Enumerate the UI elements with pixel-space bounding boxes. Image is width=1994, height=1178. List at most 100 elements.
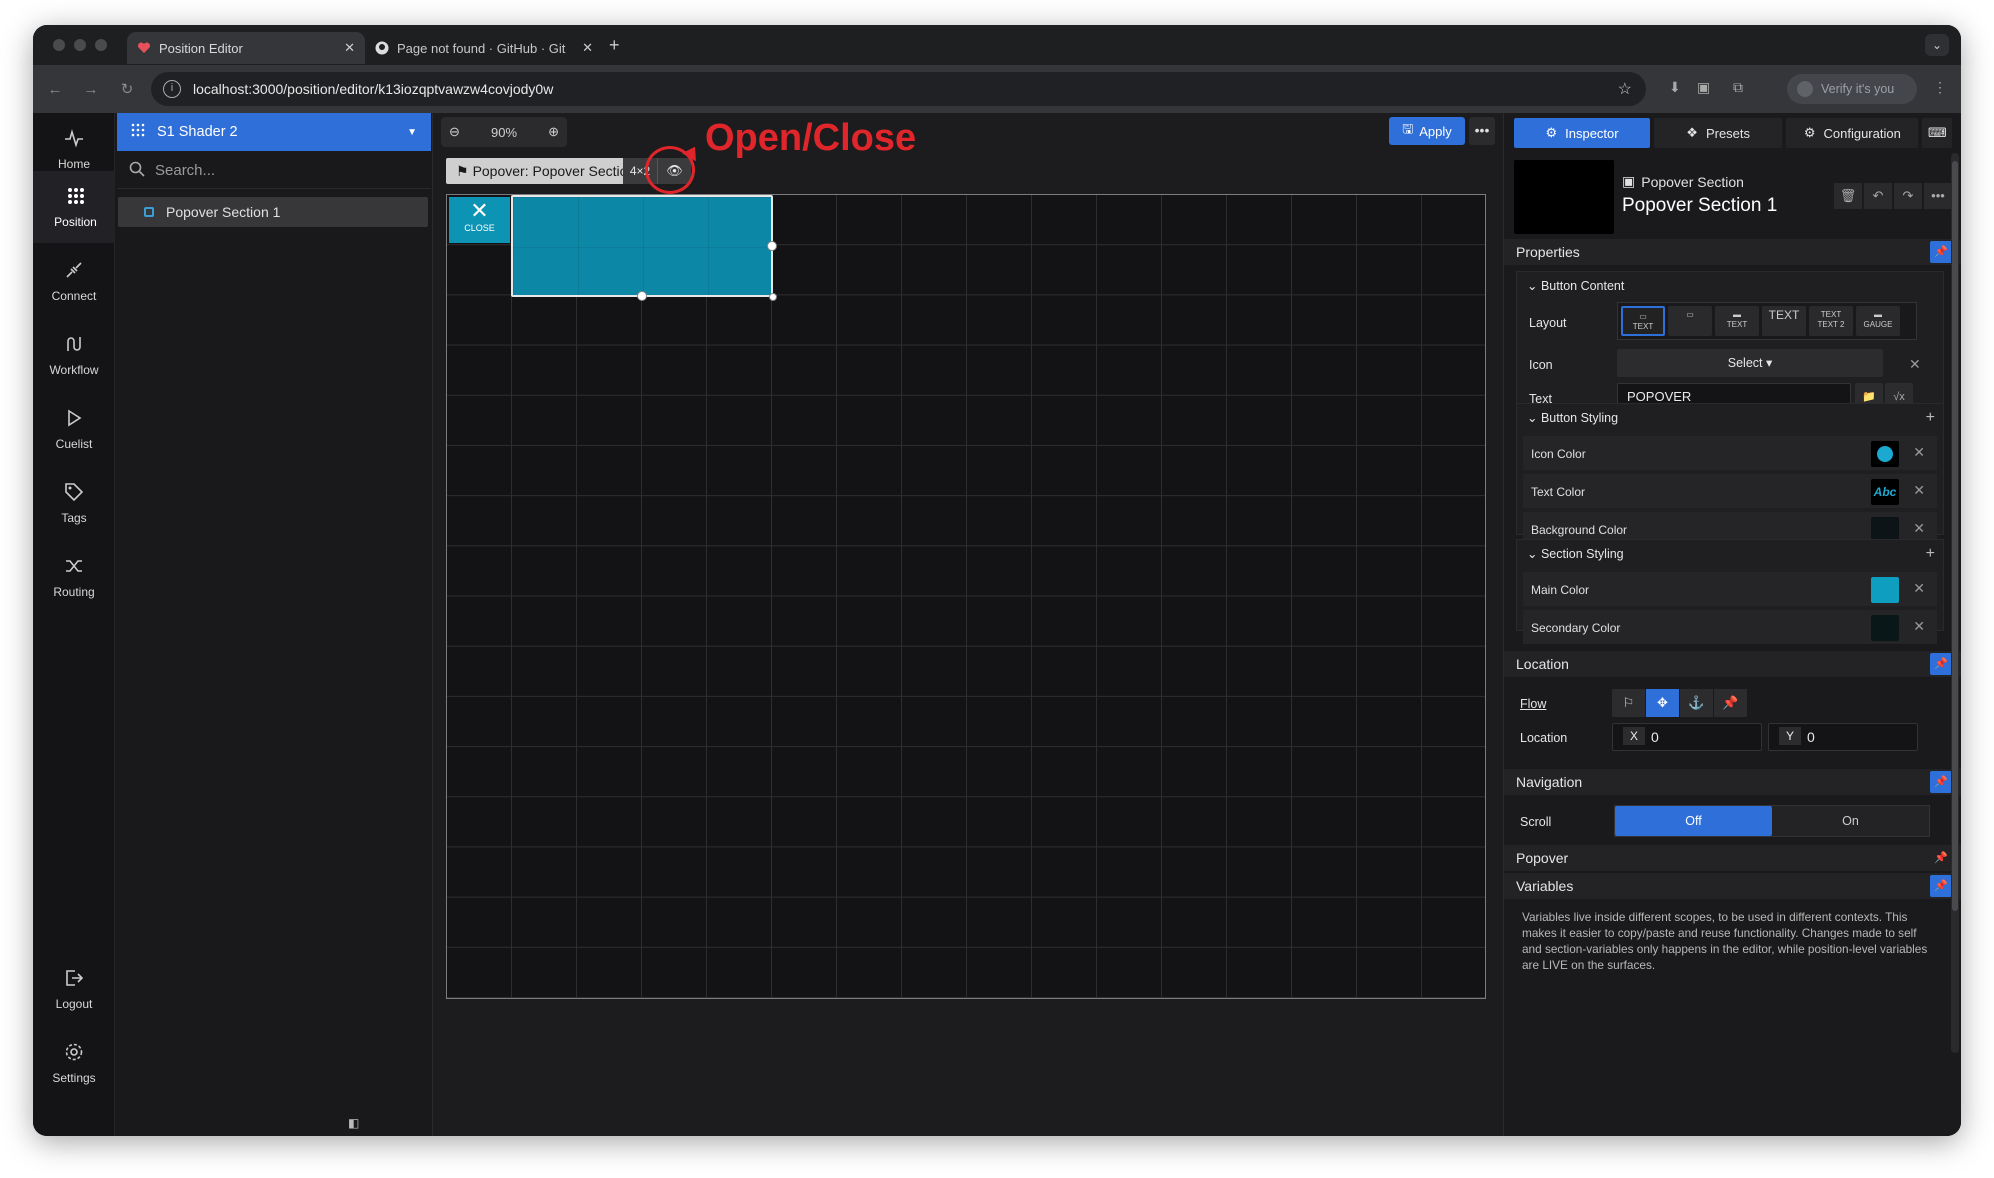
- clear-icon[interactable]: ✕: [1913, 444, 1925, 461]
- clear-icon[interactable]: ✕: [1913, 618, 1925, 635]
- nav-item-cuelist[interactable]: Cuelist: [33, 393, 115, 465]
- site-info-icon[interactable]: i: [163, 80, 181, 98]
- popover-section[interactable]: [511, 195, 777, 301]
- add-icon[interactable]: +: [1926, 540, 1935, 568]
- tab-search-chevron-icon[interactable]: ⌄: [1925, 34, 1949, 56]
- plug-icon: [62, 259, 86, 283]
- verify-profile-button[interactable]: Verify it's you: [1787, 74, 1917, 104]
- flow-flag-icon[interactable]: ⚐: [1612, 689, 1645, 717]
- tab-inspector[interactable]: ⚙ Inspector: [1514, 118, 1651, 148]
- clear-icon[interactable]: ✕: [1913, 520, 1925, 537]
- text-color-swatch[interactable]: Abc: [1871, 479, 1899, 505]
- nav-item-tags[interactable]: Tags: [33, 467, 115, 539]
- scrollbar-thumb[interactable]: [1952, 161, 1958, 911]
- layout-context-text-option[interactable]: ▬ TEXT: [1715, 306, 1759, 336]
- group-header[interactable]: ⌄ Button Styling +: [1517, 404, 1943, 432]
- search-input[interactable]: Search...: [117, 153, 431, 189]
- maximize-window-dot[interactable]: [95, 39, 107, 51]
- position-grid[interactable]: ✕ CLOSE: [446, 194, 1486, 999]
- more-options-icon[interactable]: •••: [1469, 117, 1495, 145]
- tab-title: Position Editor: [159, 40, 243, 56]
- button-styling-group: ⌄ Button Styling + Icon Color ✕ Text Colo…: [1516, 403, 1944, 546]
- browser-tabbar: Position Editor ✕ Page not found · GitHu…: [33, 25, 1961, 65]
- apply-button[interactable]: 🖫 Apply: [1389, 117, 1465, 145]
- scroll-on-option[interactable]: On: [1772, 806, 1929, 836]
- icon-color-swatch[interactable]: [1871, 441, 1899, 467]
- icon-select[interactable]: Select ▾: [1617, 349, 1883, 377]
- clear-icon[interactable]: ✕: [1913, 482, 1925, 499]
- element-type: ▣ Popover Section: [1622, 173, 1744, 190]
- pin-icon[interactable]: 📌: [1930, 875, 1952, 897]
- pin-icon[interactable]: 📌: [1714, 689, 1747, 717]
- pin-icon[interactable]: 📌: [1930, 771, 1952, 793]
- zoom-out-icon[interactable]: ⊖: [449, 124, 460, 140]
- clear-icon[interactable]: ✕: [1909, 356, 1921, 373]
- apply-label: Apply: [1419, 123, 1452, 139]
- tab-configuration[interactable]: ⚙ Configuration: [1786, 118, 1919, 148]
- pin-icon[interactable]: 📌: [1930, 847, 1952, 869]
- layout-text2-option[interactable]: TEXT TEXT 2: [1809, 306, 1853, 336]
- presets-icon: ❖: [1686, 125, 1698, 140]
- resize-handle-bottom[interactable]: [637, 291, 647, 301]
- tag-icon: [62, 481, 86, 505]
- main-color-row: Main Color ✕: [1523, 572, 1937, 606]
- x-input[interactable]: X0: [1612, 723, 1762, 751]
- nav-item-settings[interactable]: Settings: [33, 1027, 115, 1099]
- nav-item-workflow[interactable]: Workflow: [33, 319, 115, 391]
- nav-item-position[interactable]: Position: [33, 171, 115, 243]
- browser-tab-github[interactable]: Page not found · GitHub · Git ✕: [365, 32, 603, 64]
- browser-menu-icon[interactable]: ⋮: [1933, 79, 1947, 96]
- pin-icon[interactable]: 📌: [1930, 653, 1952, 675]
- location-header: Location 📌: [1504, 651, 1961, 677]
- new-tab-icon[interactable]: +: [609, 35, 620, 56]
- resize-handle-right[interactable]: [767, 241, 777, 251]
- layout-text-option[interactable]: TEXT: [1762, 306, 1806, 336]
- undo-icon[interactable]: ↶: [1864, 183, 1892, 209]
- back-arrow-icon[interactable]: ←: [37, 81, 73, 98]
- reload-icon[interactable]: ↻: [109, 80, 145, 98]
- pin-icon[interactable]: 📌: [1930, 241, 1952, 263]
- browser-tab-position-editor[interactable]: Position Editor ✕: [127, 32, 365, 64]
- nav-item-routing[interactable]: Routing: [33, 541, 115, 613]
- clear-icon[interactable]: ✕: [1913, 580, 1925, 597]
- close-tab-icon[interactable]: ✕: [344, 40, 355, 56]
- extension-icon[interactable]: ▣: [1697, 79, 1710, 96]
- secondary-color-swatch[interactable]: [1871, 615, 1899, 641]
- layout-icon-text-option[interactable]: ▭ TEXT: [1621, 306, 1665, 336]
- close-window-dot[interactable]: [53, 39, 65, 51]
- main-color-swatch[interactable]: [1871, 577, 1899, 603]
- list-item[interactable]: Popover Section 1: [118, 197, 428, 227]
- keyboard-icon[interactable]: ⌨: [1922, 118, 1952, 148]
- tab-label: Configuration: [1823, 125, 1901, 141]
- puzzle-icon[interactable]: ⧉: [1733, 79, 1743, 96]
- add-icon[interactable]: +: [1926, 404, 1935, 432]
- nav-item-logout[interactable]: Logout: [33, 953, 115, 1025]
- trash-icon[interactable]: 🗑: [1834, 183, 1862, 209]
- inspector-scrollbar[interactable]: [1951, 153, 1959, 1053]
- collapse-panel-icon[interactable]: ◧: [348, 1116, 359, 1130]
- resize-handle-corner[interactable]: [769, 293, 777, 301]
- more-options-icon[interactable]: •••: [1924, 183, 1952, 209]
- minimize-window-dot[interactable]: [74, 39, 86, 51]
- y-input[interactable]: Y0: [1768, 723, 1918, 751]
- group-header[interactable]: ⌄ Section Styling +: [1517, 540, 1943, 568]
- group-header[interactable]: ⌄ Button Content: [1517, 272, 1943, 300]
- zoom-in-icon[interactable]: ⊕: [548, 124, 559, 140]
- tab-presets[interactable]: ❖ Presets: [1654, 118, 1783, 148]
- layout-row: Layout ▭ TEXT ▭ ▬ TEXT TEXT TEXT TEXT 2 ▬ GA…: [1517, 300, 1943, 348]
- flow-move-icon[interactable]: ✥: [1646, 689, 1679, 717]
- layout-icon-option[interactable]: ▭: [1668, 306, 1712, 336]
- close-tab-icon[interactable]: ✕: [582, 40, 593, 56]
- group-title: Button Content: [1540, 279, 1625, 293]
- forward-arrow-icon[interactable]: →: [73, 81, 109, 98]
- layout-gauge-option[interactable]: ▬ GAUGE: [1856, 306, 1900, 336]
- anchor-icon[interactable]: ⚓: [1680, 689, 1713, 717]
- download-icon[interactable]: ⬇: [1669, 79, 1681, 96]
- nav-item-connect[interactable]: Connect: [33, 245, 115, 317]
- close-button[interactable]: ✕ CLOSE: [449, 197, 510, 243]
- shader-selector[interactable]: S1 Shader 2 ▼: [117, 113, 431, 151]
- redo-icon[interactable]: ↷: [1894, 183, 1922, 209]
- address-bar[interactable]: i localhost:3000/position/editor/k13iozq…: [151, 72, 1646, 106]
- bookmark-star-icon[interactable]: ☆: [1618, 79, 1632, 99]
- scroll-off-option[interactable]: Off: [1615, 806, 1772, 836]
